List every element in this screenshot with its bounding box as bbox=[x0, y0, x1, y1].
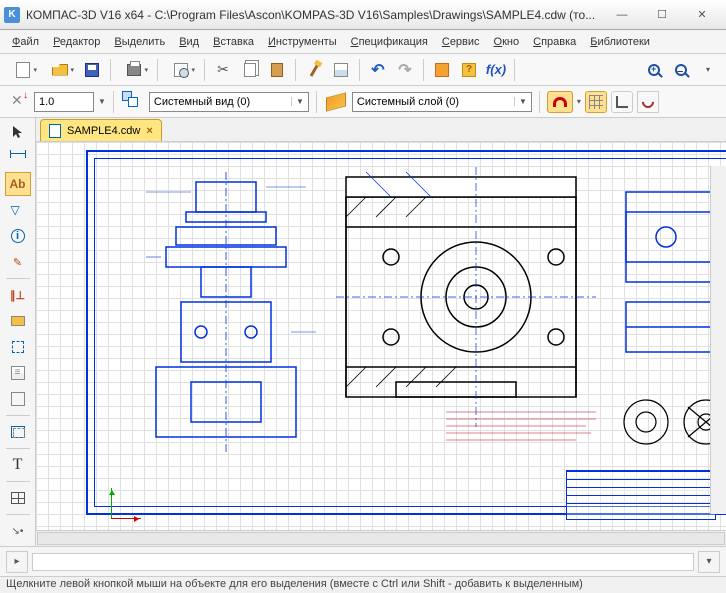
statusbar: Щелкните левой кнопкой мыши на объекте д… bbox=[0, 576, 726, 593]
layers-manager-button[interactable] bbox=[324, 90, 348, 114]
drawing-part-right bbox=[336, 167, 596, 430]
drawing-canvas[interactable] bbox=[36, 142, 726, 530]
current-view-combo[interactable]: Системный вид (0) ▼ bbox=[149, 92, 309, 112]
current-layer-combo[interactable]: Системный слой (0) ▼ bbox=[352, 92, 532, 112]
drawing-annotations bbox=[446, 407, 606, 450]
minimize-button[interactable]: — bbox=[602, 1, 642, 29]
ortho-toggle-button[interactable] bbox=[611, 91, 633, 113]
menu-window[interactable]: Окно bbox=[488, 33, 526, 51]
rounding-button[interactable] bbox=[637, 91, 659, 113]
measure-tool[interactable] bbox=[5, 309, 31, 333]
open-button[interactable] bbox=[43, 58, 77, 82]
text-tool[interactable]: T bbox=[5, 453, 31, 477]
format-painter-button[interactable] bbox=[302, 58, 326, 82]
menu-tools[interactable]: Инструменты bbox=[262, 33, 343, 51]
drawing-part-left bbox=[146, 172, 316, 455]
y-axis-icon bbox=[111, 488, 112, 518]
zoom-out-button[interactable] bbox=[669, 58, 693, 82]
current-view-label: Системный вид (0) bbox=[154, 96, 250, 108]
menu-editor[interactable]: Редактор bbox=[47, 33, 106, 51]
edit-tool[interactable]: ✎ bbox=[5, 250, 31, 274]
zoom-in-button[interactable] bbox=[642, 58, 666, 82]
drawing-titleblock bbox=[566, 470, 716, 520]
main-toolbar: ✂ ↶ ↷ f(x) ▾ bbox=[0, 54, 726, 86]
dimensions-tool[interactable] bbox=[5, 146, 31, 170]
menu-service[interactable]: Сервис bbox=[436, 33, 486, 51]
selection-tool[interactable] bbox=[5, 335, 31, 359]
roughness-tool[interactable] bbox=[5, 198, 31, 222]
document-tabbar: SAMPLE4.cdw × bbox=[36, 118, 726, 142]
parametric-tool[interactable]: ∥⊥ bbox=[5, 283, 31, 307]
paste-button[interactable] bbox=[265, 58, 289, 82]
menu-help[interactable]: Справка bbox=[527, 33, 582, 51]
library-manager-button[interactable] bbox=[430, 58, 454, 82]
menu-spec[interactable]: Спецификация bbox=[345, 33, 434, 51]
table-tool[interactable] bbox=[5, 486, 31, 510]
view-toolbar: ▼ Системный вид (0) ▼ Системный слой (0)… bbox=[0, 86, 726, 118]
property-panel: ▸ ▾ bbox=[0, 546, 726, 576]
end-tool[interactable]: ↘• bbox=[5, 519, 31, 543]
menu-view[interactable]: Вид bbox=[173, 33, 205, 51]
spec-tool[interactable] bbox=[5, 361, 31, 385]
tab-close-icon[interactable]: × bbox=[146, 125, 152, 137]
main-area: Ab i ✎ ∥⊥ T ↘• SAMPLE4.cdw × bbox=[0, 118, 726, 546]
status-text: Щелкните левой кнопкой мыши на объекте д… bbox=[6, 578, 583, 590]
views-manager-button[interactable] bbox=[121, 90, 145, 114]
horizontal-scrollbar[interactable] bbox=[36, 530, 726, 546]
drawing-file-icon bbox=[49, 124, 61, 138]
document-tab[interactable]: SAMPLE4.cdw × bbox=[40, 119, 162, 141]
titlebar: K КОМПАС-3D V16 x64 - C:\Program Files\A… bbox=[0, 0, 726, 30]
maximize-button[interactable]: ☐ bbox=[642, 1, 682, 29]
variables-button[interactable]: f(x) bbox=[484, 58, 508, 82]
properties-button[interactable] bbox=[329, 58, 353, 82]
redo-button[interactable]: ↷ bbox=[393, 58, 417, 82]
x-axis-icon bbox=[111, 518, 141, 519]
menu-insert[interactable]: Вставка bbox=[207, 33, 260, 51]
insert-views-tool[interactable] bbox=[5, 420, 31, 444]
preview-button[interactable] bbox=[164, 58, 198, 82]
panel-button-1[interactable]: ▸ bbox=[6, 551, 28, 573]
vertical-scrollbar[interactable] bbox=[710, 166, 726, 514]
grid-toggle-button[interactable] bbox=[585, 91, 607, 113]
document-tab-label: SAMPLE4.cdw bbox=[67, 125, 140, 137]
reports-tool[interactable] bbox=[5, 387, 31, 411]
panel-button-2[interactable]: ▾ bbox=[698, 551, 720, 573]
menu-select[interactable]: Выделить bbox=[108, 33, 171, 51]
save-button[interactable] bbox=[80, 58, 104, 82]
geometry-tool[interactable] bbox=[5, 120, 31, 144]
menu-libs[interactable]: Библиотеки bbox=[584, 33, 656, 51]
menubar: Файл Редактор Выделить Вид Вставка Инстр… bbox=[0, 30, 726, 54]
window-title: КОМПАС-3D V16 x64 - C:\Program Files\Asc… bbox=[26, 8, 602, 22]
copy-button[interactable] bbox=[238, 58, 262, 82]
snap-toggle-button[interactable] bbox=[547, 91, 573, 113]
work-area: SAMPLE4.cdw × bbox=[36, 118, 726, 546]
panel-track[interactable] bbox=[32, 553, 694, 571]
menu-file[interactable]: Файл bbox=[6, 33, 45, 51]
print-button[interactable] bbox=[117, 58, 151, 82]
zoom-menu-button[interactable]: ▾ bbox=[696, 58, 720, 82]
info-tool[interactable]: i bbox=[5, 224, 31, 248]
left-toolbar: Ab i ✎ ∥⊥ T ↘• bbox=[0, 118, 36, 546]
scale-combo[interactable] bbox=[34, 92, 94, 112]
close-button[interactable]: ✕ bbox=[682, 1, 722, 29]
snap-button[interactable] bbox=[6, 90, 30, 114]
current-layer-label: Системный слой (0) bbox=[357, 96, 459, 108]
new-button[interactable] bbox=[6, 58, 40, 82]
app-icon: K bbox=[4, 7, 20, 23]
library-help-button[interactable] bbox=[457, 58, 481, 82]
cut-button[interactable]: ✂ bbox=[211, 58, 235, 82]
designations-tool[interactable]: Ab bbox=[5, 172, 31, 196]
undo-button[interactable]: ↶ bbox=[366, 58, 390, 82]
